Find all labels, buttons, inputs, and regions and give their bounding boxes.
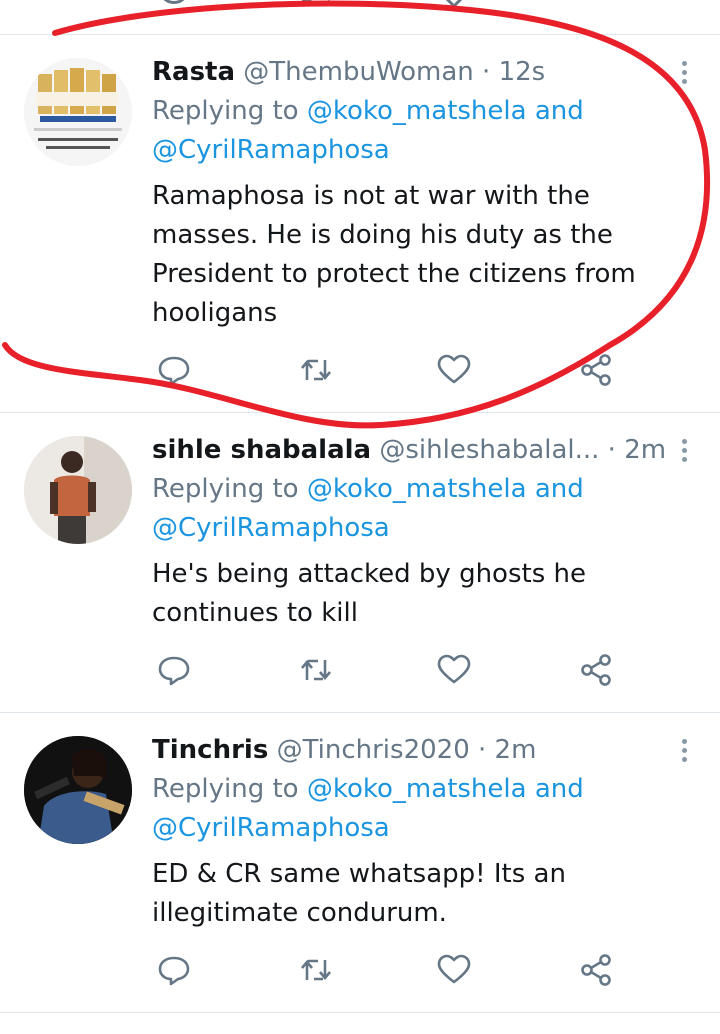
divider xyxy=(0,712,720,713)
mention-link[interactable]: @CyrilRamaphosa xyxy=(152,813,390,843)
previous-tweet-actions xyxy=(0,0,720,14)
tweet-text-line: President to protect the citizens from xyxy=(152,259,636,289)
handle[interactable]: @Tinchris2020 xyxy=(277,735,470,765)
mention-link[interactable]: @CyrilRamaphosa xyxy=(152,513,390,543)
tweet-text: ED & CR same whatsapp! Its an illegitima… xyxy=(152,855,672,933)
tweet-item[interactable]: Rasta @ThembuWoman · 12s Replying to @ko… xyxy=(0,52,720,412)
heart-icon[interactable] xyxy=(436,952,472,988)
separator: · xyxy=(599,435,625,465)
tweet-text-line: He's being attacked by ghosts he xyxy=(152,559,586,589)
share-icon[interactable] xyxy=(578,952,614,988)
retweet-icon[interactable] xyxy=(298,352,334,388)
heart-icon[interactable] xyxy=(436,0,472,18)
more-vertical-icon[interactable] xyxy=(676,58,692,88)
avatar[interactable] xyxy=(24,436,132,544)
timestamp[interactable]: 2m xyxy=(624,435,666,465)
share-icon[interactable] xyxy=(578,0,614,18)
avatar[interactable] xyxy=(24,736,132,844)
separator: · xyxy=(473,57,499,87)
tweet-text: He's being attacked by ghosts he continu… xyxy=(152,555,672,633)
reply-context: Replying to @koko_matshela and @CyrilRam… xyxy=(152,470,672,548)
reply-context: Replying to @koko_matshela and @CyrilRam… xyxy=(152,770,672,848)
more-vertical-icon[interactable] xyxy=(676,436,692,466)
more-vertical-icon[interactable] xyxy=(676,736,692,766)
reply-icon[interactable] xyxy=(156,0,192,18)
tweet-text-line: ED & CR same whatsapp! Its an xyxy=(152,859,566,889)
tweet-text-line: continues to kill xyxy=(152,598,358,628)
reply-icon[interactable] xyxy=(156,952,192,988)
and-text: and xyxy=(526,96,584,126)
retweet-icon[interactable] xyxy=(298,952,334,988)
tweet-actions xyxy=(0,652,720,692)
mention-link[interactable]: @koko_matshela xyxy=(307,774,527,804)
tweet-text-line: masses. He is doing his duty as the xyxy=(152,220,613,250)
mention-link[interactable]: @CyrilRamaphosa xyxy=(152,135,390,165)
replying-to-label: Replying to xyxy=(152,474,307,504)
display-name[interactable]: sihle shabalala xyxy=(152,435,371,465)
replying-to-label: Replying to xyxy=(152,96,307,126)
retweet-icon[interactable] xyxy=(298,0,334,18)
tweet-text: Ramaphosa is not at war with the masses.… xyxy=(152,177,672,333)
separator: · xyxy=(469,735,495,765)
divider xyxy=(0,1012,720,1013)
divider xyxy=(0,34,720,35)
share-icon[interactable] xyxy=(578,352,614,388)
mention-link[interactable]: @koko_matshela xyxy=(307,96,527,126)
reply-icon[interactable] xyxy=(156,352,192,388)
tweet-actions xyxy=(0,952,720,992)
handle[interactable]: @sihleshabalal... xyxy=(379,430,599,470)
display-name[interactable]: Rasta xyxy=(152,57,235,87)
tweet-item[interactable]: sihle shabalala @sihleshabalal... · 2m R… xyxy=(0,430,720,712)
mention-link[interactable]: @koko_matshela xyxy=(307,474,527,504)
tweet-text-line: hooligans xyxy=(152,298,278,328)
tweet-header: Tinchris @Tinchris2020 · 2m xyxy=(152,730,536,770)
share-icon[interactable] xyxy=(578,652,614,688)
tweet-header: sihle shabalala @sihleshabalal... · 2m xyxy=(152,430,666,470)
tweet-header: Rasta @ThembuWoman · 12s xyxy=(152,52,545,92)
tweet-actions xyxy=(0,352,720,392)
retweet-icon[interactable] xyxy=(298,652,334,688)
avatar[interactable] xyxy=(24,58,132,166)
divider xyxy=(0,412,720,413)
heart-icon[interactable] xyxy=(436,652,472,688)
tweet-text-line: illegitimate condurum. xyxy=(152,898,447,928)
and-text: and xyxy=(526,774,584,804)
handle[interactable]: @ThembuWoman xyxy=(243,57,474,87)
timestamp[interactable]: 12s xyxy=(499,57,546,87)
replying-to-label: Replying to xyxy=(152,774,307,804)
reply-context: Replying to @koko_matshela and @CyrilRam… xyxy=(152,92,672,170)
heart-icon[interactable] xyxy=(436,352,472,388)
timestamp[interactable]: 2m xyxy=(495,735,537,765)
reply-icon[interactable] xyxy=(156,652,192,688)
and-text: and xyxy=(526,474,584,504)
tweet-text-line: Ramaphosa is not at war with the xyxy=(152,181,590,211)
display-name[interactable]: Tinchris xyxy=(152,735,268,765)
tweet-item[interactable]: Tinchris @Tinchris2020 · 2m Replying to … xyxy=(0,730,720,1012)
